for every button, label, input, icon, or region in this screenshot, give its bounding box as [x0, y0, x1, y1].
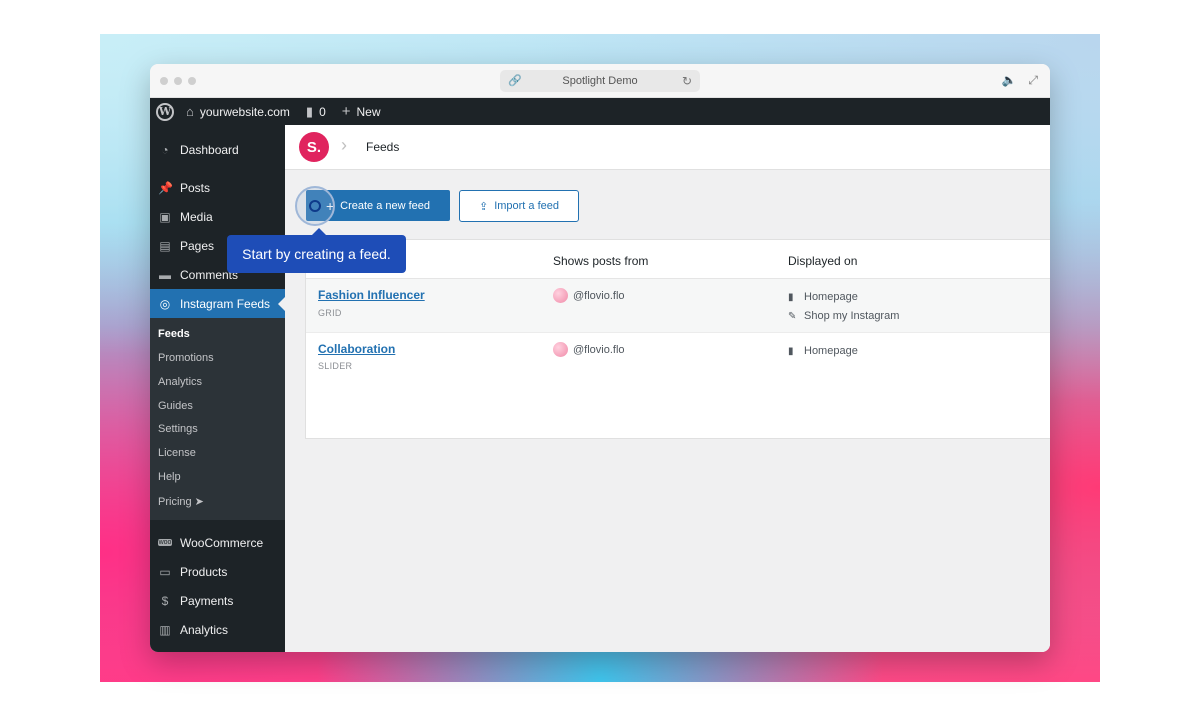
- page-icon: ▮: [788, 345, 794, 357]
- address-bar[interactable]: 🔗 Spotlight Demo ↻: [500, 70, 700, 92]
- sidebar-item-label: Instagram Feeds: [180, 296, 271, 311]
- sidebar-item-media[interactable]: ▣ Media: [150, 202, 285, 231]
- submenu-license[interactable]: License: [158, 447, 196, 459]
- expand-icon[interactable]: ⤢: [1028, 73, 1038, 88]
- zoom-dot[interactable]: [188, 77, 196, 85]
- sidebar-item-products[interactable]: ▭ Products: [150, 557, 285, 586]
- sidebar-item-posts[interactable]: 📌 Posts: [150, 173, 285, 202]
- sidebar-item-payments[interactable]: $ Payments: [150, 586, 285, 615]
- woo-icon: woo: [158, 539, 172, 546]
- display-location[interactable]: ✎ Shop my Instagram: [788, 310, 899, 322]
- feed-name-link[interactable]: Collaboration: [318, 342, 395, 356]
- upload-icon: ⇪: [478, 200, 489, 213]
- submenu-analytics[interactable]: Analytics: [158, 376, 202, 388]
- display-location-label: Shop my Instagram: [804, 310, 900, 322]
- sidebar-item-label: WooCommerce: [180, 535, 264, 550]
- archive-icon: ▭: [159, 564, 171, 579]
- table-row: Collaboration SLIDER @flovio.flo ▮ Homep…: [306, 332, 1050, 386]
- sidebar-item-label: Posts: [180, 180, 211, 195]
- create-feed-label: Create a new feed: [340, 199, 431, 212]
- account-handle: @flovio.flo: [573, 343, 625, 356]
- feed-account: @flovio.flo: [553, 342, 625, 357]
- address-bar-title: Spotlight Demo: [562, 75, 638, 87]
- submenu-guides[interactable]: Guides: [158, 400, 193, 412]
- reload-icon[interactable]: ↻: [682, 70, 692, 92]
- spotlight-logo[interactable]: S.: [299, 132, 329, 162]
- sidebar-item-instagram-feeds[interactable]: ◎ Instagram Feeds: [150, 289, 285, 318]
- dashboard-icon: ◔: [161, 142, 169, 157]
- dollar-icon: $: [161, 593, 169, 608]
- import-feed-label: Import a feed: [494, 200, 560, 212]
- feed-type: GRID: [318, 308, 342, 318]
- wordpress-logo-icon[interactable]: W: [156, 102, 174, 121]
- wp-admin-bar: W ⌂ yourwebsite.com ▮ 0 + New: [150, 98, 1050, 125]
- avatar: [553, 288, 568, 303]
- window-controls: [160, 77, 196, 85]
- site-link[interactable]: ⌂ yourwebsite.com: [186, 104, 290, 119]
- submenu-promotions[interactable]: Promotions: [158, 352, 214, 364]
- feed-account: @flovio.flo: [553, 288, 625, 303]
- sidebar-item-label: Media: [180, 209, 213, 224]
- pin-icon: ✎: [788, 310, 797, 322]
- submenu-pricing[interactable]: Pricing ➤: [158, 495, 204, 508]
- instagram-icon: ◎: [159, 296, 171, 311]
- sidebar-item-label: Analytics: [180, 622, 229, 637]
- display-location[interactable]: ▮ Homepage: [788, 345, 858, 357]
- sidebar-item-woocommerce[interactable]: woo WooCommerce: [150, 528, 285, 557]
- instagram-feeds-submenu: Feeds Promotions Analytics Guides Settin…: [150, 318, 285, 520]
- plus-icon: +: [341, 103, 351, 120]
- speaker-icon[interactable]: 🔈: [1001, 73, 1016, 88]
- browser-tools: 🔈 ⤢: [1001, 73, 1038, 88]
- cursor-indicator: [309, 200, 321, 212]
- site-name: yourwebsite.com: [199, 104, 290, 119]
- comments-link[interactable]: ▮ 0: [306, 104, 326, 120]
- sidebar-item-label: Pages: [180, 238, 215, 253]
- onboarding-tooltip: Start by creating a feed.: [227, 235, 406, 273]
- plugin-header: S. › Feeds: [285, 125, 1050, 170]
- feeds-table: Shows posts from Displayed on Fashion In…: [305, 239, 1050, 439]
- sidebar-item-label: Products: [180, 564, 228, 579]
- new-label: New: [356, 104, 381, 119]
- bar-chart-icon: ▥: [159, 622, 171, 637]
- pages-icon: ▤: [159, 238, 171, 253]
- link-icon: 🔗: [508, 75, 522, 87]
- sidebar-item-dashboard[interactable]: ◔ Dashboard: [150, 135, 285, 164]
- column-header-displayed-on: Displayed on: [788, 254, 858, 268]
- pin-icon: 📌: [158, 180, 173, 195]
- comments-count: 0: [319, 104, 326, 119]
- comment-icon: ▬: [159, 267, 171, 282]
- import-feed-button[interactable]: ⇪ Import a feed: [459, 190, 579, 222]
- display-location[interactable]: ▮ Homepage: [788, 291, 858, 303]
- main-content: S. › Feeds + Create a new feed ⇪ Import …: [285, 125, 1050, 652]
- browser-chrome: 🔗 Spotlight Demo ↻ 🔈 ⤢: [150, 64, 1050, 98]
- submenu-settings[interactable]: Settings: [158, 423, 198, 435]
- account-handle: @flovio.flo: [573, 289, 625, 302]
- table-row: Fashion Influencer GRID @flovio.flo ▮ Ho…: [306, 279, 1050, 332]
- sidebar-item-label: Payments: [180, 593, 234, 608]
- display-location-label: Homepage: [804, 345, 858, 357]
- media-icon: ▣: [159, 209, 171, 224]
- home-icon: ⌂: [186, 104, 194, 119]
- display-location-label: Homepage: [804, 291, 858, 303]
- page-icon: ▮: [788, 291, 794, 303]
- chevron-right-icon: ›: [341, 135, 347, 155]
- admin-sidebar: ◔ Dashboard 📌 Posts ▣ Media ▤ Pages ▬ Co…: [150, 125, 285, 652]
- sidebar-item-analytics[interactable]: ▥ Analytics: [150, 615, 285, 644]
- browser-window: 🔗 Spotlight Demo ↻ 🔈 ⤢ W ⌂ yourwebsite.c…: [150, 64, 1050, 652]
- tooltip-arrow: [312, 228, 326, 235]
- sidebar-item-label: Dashboard: [180, 142, 239, 157]
- active-indicator: [278, 297, 285, 311]
- comment-icon: ▮: [305, 103, 314, 119]
- avatar: [553, 342, 568, 357]
- page-title: Feeds: [366, 140, 400, 154]
- close-dot[interactable]: [160, 77, 168, 85]
- feed-name-link[interactable]: Fashion Influencer: [318, 288, 425, 302]
- submenu-feeds[interactable]: Feeds: [158, 328, 190, 340]
- submenu-help[interactable]: Help: [158, 471, 181, 483]
- feed-type: SLIDER: [318, 361, 353, 371]
- new-content-link[interactable]: + New: [342, 103, 381, 120]
- column-header-shows-posts-from: Shows posts from: [553, 254, 649, 268]
- minimize-dot[interactable]: [174, 77, 182, 85]
